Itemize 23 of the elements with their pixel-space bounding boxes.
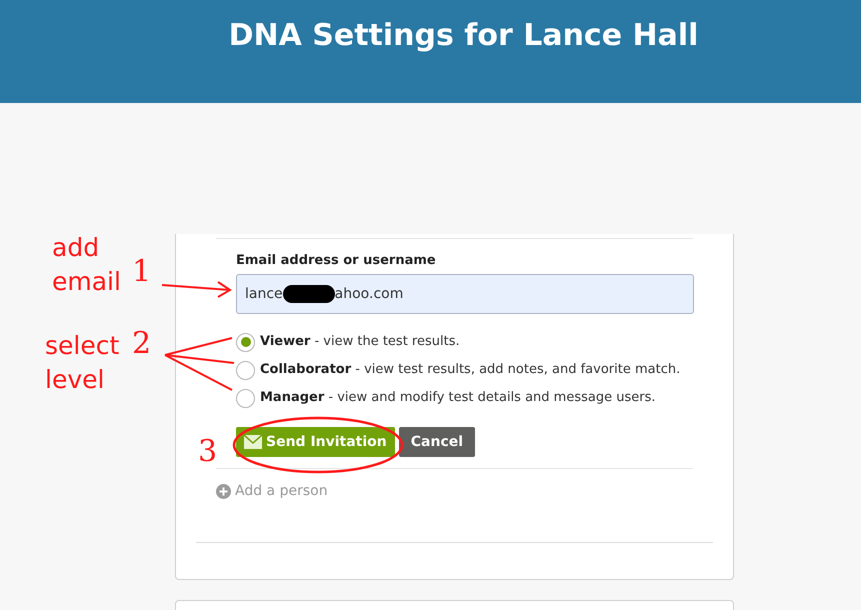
annotation-number: 2 xyxy=(132,328,152,360)
annotation-number: 1 xyxy=(132,256,152,288)
annotation-word: select xyxy=(45,330,120,362)
plus-icon xyxy=(216,484,231,499)
radio-button[interactable] xyxy=(236,360,255,380)
level-option-text: Manager - view and modify test details and message users. xyxy=(260,389,656,408)
cancel-button[interactable]: Cancel xyxy=(398,427,476,457)
email-field[interactable]: lance ahoo.com xyxy=(236,274,694,314)
radio-button[interactable] xyxy=(236,332,255,352)
annotation-number: 3 xyxy=(198,436,218,468)
arrow-drawing xyxy=(161,281,232,298)
level-option-text: Viewer - view the test results. xyxy=(260,333,460,352)
annotation-word: add xyxy=(52,232,100,264)
annotation-word: level xyxy=(45,364,104,396)
page-title: DNA Settings for Lance Hall xyxy=(228,17,698,55)
envelope-icon xyxy=(244,435,262,449)
field-label: Email address or username xyxy=(236,252,437,270)
annotation-word: email xyxy=(52,266,121,298)
email-value-end: ahoo.com xyxy=(334,284,404,304)
arrow-drawing xyxy=(164,337,235,391)
radio-button[interactable] xyxy=(236,388,255,408)
level-option-text: Collaborator - view test results, add notes, and favorite match. xyxy=(260,361,680,380)
email-value-start: lance xyxy=(245,284,283,304)
